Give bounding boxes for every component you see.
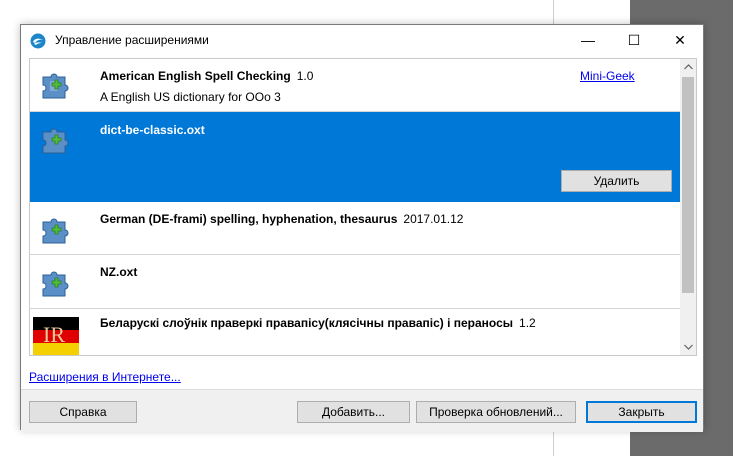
button-bar: Справка Добавить... Проверка обновлений.… (21, 389, 703, 432)
extension-author-link[interactable]: Mini-Geek (580, 69, 635, 83)
check-updates-button[interactable]: Проверка обновлений... (416, 401, 576, 423)
close-button-label: Закрыть (618, 405, 665, 419)
dialog-title: Управление расширениями (55, 33, 209, 47)
extension-row-belarusian[interactable]: IR Беларускі слоўнік праверкі правапісу(… (30, 309, 680, 355)
title-bar[interactable]: Управление расширениями — ☐ ✕ (21, 25, 703, 55)
add-button[interactable]: Добавить... (297, 401, 410, 423)
scroll-down-arrow-icon[interactable] (680, 339, 696, 355)
puzzle-icon (42, 73, 69, 99)
extension-name: NZ.oxt (100, 265, 138, 279)
extension-version: 1.2 (519, 316, 536, 330)
get-extensions-online-link[interactable]: Расширения в Интернете... (29, 370, 181, 384)
extension-row-dict-be-classic[interactable]: dict-be-classic.oxt Удалить (30, 112, 680, 202)
help-button[interactable]: Справка (29, 401, 137, 423)
ir-flag-label: IR (43, 322, 65, 347)
extension-row-american-english[interactable]: American English Spell Checking 1.0 A Eng… (30, 59, 680, 112)
extension-name: dict-be-classic.oxt (100, 123, 205, 137)
libreoffice-app-icon (30, 33, 46, 49)
remove-extension-button[interactable]: Удалить (561, 170, 672, 192)
extensions-list[interactable]: American English Spell Checking 1.0 A Eng… (29, 58, 697, 356)
extension-manager-dialog: Управление расширениями — ☐ ✕ American E… (20, 24, 704, 432)
extension-name: Беларускі слоўнік праверкі правапісу(кля… (100, 316, 536, 330)
extension-version: 2017.01.12 (403, 212, 464, 226)
close-icon: ✕ (674, 31, 686, 48)
extension-row-nz[interactable]: NZ.oxt (30, 255, 680, 309)
minimize-icon: — (581, 32, 595, 48)
maximize-icon: ☐ (627, 31, 641, 48)
maximize-button[interactable]: ☐ (611, 25, 657, 55)
add-button-label: Добавить... (321, 405, 386, 419)
extension-description: A English US dictionary for OOo 3 (100, 90, 281, 104)
extensions-rows: American English Spell Checking 1.0 A Eng… (30, 59, 680, 355)
scrollbar-thumb[interactable] (682, 77, 694, 293)
extension-name: American English Spell Checking 1.0 (100, 69, 314, 83)
list-scrollbar[interactable] (680, 59, 696, 355)
close-window-button[interactable]: ✕ (657, 25, 703, 55)
minimize-button[interactable]: — (565, 25, 611, 55)
puzzle-icon (42, 218, 69, 244)
close-button[interactable]: Закрыть (586, 401, 697, 423)
extension-version: 1.0 (296, 69, 314, 83)
extension-name: German (DE-frami) spelling, hyphenation,… (100, 212, 464, 226)
scroll-up-arrow-icon[interactable] (680, 59, 696, 75)
puzzle-icon (42, 271, 69, 297)
puzzle-icon (42, 128, 69, 154)
ir-flag-icon: IR (33, 317, 79, 355)
extension-row-german[interactable]: German (DE-frami) spelling, hyphenation,… (30, 202, 680, 255)
help-button-label: Справка (59, 405, 107, 419)
check-updates-button-label: Проверка обновлений... (429, 405, 563, 419)
